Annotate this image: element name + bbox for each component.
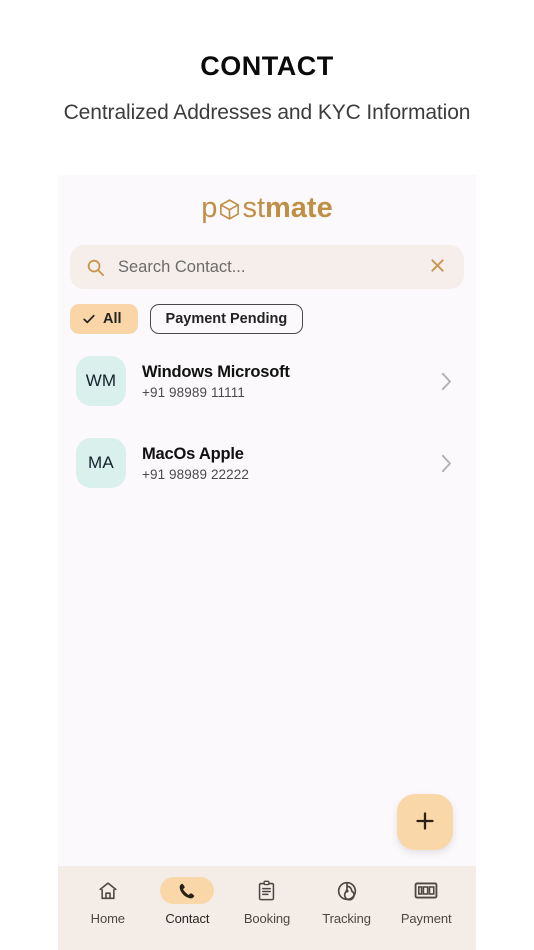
search-section (58, 227, 476, 289)
nav-item-home[interactable]: Home (71, 877, 145, 926)
avatar-initials: MA (88, 453, 114, 472)
chevron-right-icon[interactable] (441, 372, 456, 391)
bottom-navigation: Home Contact Booking Tracking Payment (58, 866, 476, 950)
nav-item-payment[interactable]: Payment (389, 877, 463, 926)
phone-icon (160, 877, 215, 904)
page-title: CONTACT (200, 51, 334, 81)
search-icon (86, 258, 105, 277)
nav-item-tracking-label: Tracking (322, 911, 371, 926)
filter-chip-payment-pending-label: Payment Pending (165, 311, 288, 327)
radar-icon (319, 877, 375, 904)
logo-part-2: st (242, 191, 265, 224)
clipboard-icon (239, 877, 294, 904)
home-icon (80, 877, 136, 904)
filter-chip-all-label: All (103, 311, 122, 327)
filter-chip-all[interactable]: All (70, 304, 138, 334)
contact-phone: +91 98989 11111 (142, 385, 245, 401)
nav-item-contact[interactable]: Contact (150, 877, 224, 926)
filter-chip-payment-pending[interactable]: Payment Pending (149, 304, 304, 334)
contact-details: Windows Microsoft +91 98989 11111 (142, 362, 425, 401)
contact-details: MacOs Apple +91 98989 22222 (142, 444, 425, 483)
nav-item-payment-label: Payment (400, 911, 452, 926)
nav-item-tracking[interactable]: Tracking (310, 877, 384, 926)
phone-mockup: p st mate Search Contact... All Payment … (58, 175, 476, 950)
contact-name: MacOs Apple (142, 444, 244, 463)
plus-icon (413, 809, 437, 836)
logo-part-1: p (201, 191, 218, 224)
app-logo-text: p st mate (201, 191, 333, 224)
box-cube-icon (218, 197, 241, 222)
page-header: CONTACT Centralized Addresses and KYC In… (0, 0, 534, 125)
contact-name: Windows Microsoft (142, 362, 290, 381)
banknote-icon (397, 877, 455, 904)
logo-part-3: mate (265, 191, 333, 224)
contact-list-item[interactable]: WM Windows Microsoft +91 98989 11111 (70, 348, 464, 414)
avatar: MA (76, 438, 126, 488)
nav-item-home-label: Home (90, 911, 125, 926)
contact-phone: +91 98989 22222 (142, 467, 249, 483)
search-input[interactable] (118, 257, 413, 277)
search-bar[interactable] (70, 245, 464, 289)
avatar-initials: WM (85, 371, 117, 390)
page-subtitle: Centralized Addresses and KYC Informatio… (63, 100, 471, 124)
check-icon (82, 312, 96, 326)
contact-list-item[interactable]: MA MacOs Apple +91 98989 22222 (70, 430, 464, 496)
app-logo: p st mate (58, 175, 476, 227)
add-contact-button[interactable] (397, 794, 453, 850)
nav-item-booking[interactable]: Booking (230, 877, 304, 926)
nav-item-contact-label: Contact (165, 911, 210, 926)
filter-chips: All Payment Pending (58, 289, 476, 334)
nav-item-booking-label: Booking (243, 911, 291, 926)
contact-list: WM Windows Microsoft +91 98989 11111 MA … (58, 334, 476, 866)
avatar: WM (76, 356, 126, 406)
chevron-right-icon[interactable] (441, 454, 456, 473)
close-x-icon (429, 257, 446, 277)
clear-search-button[interactable] (426, 256, 448, 278)
